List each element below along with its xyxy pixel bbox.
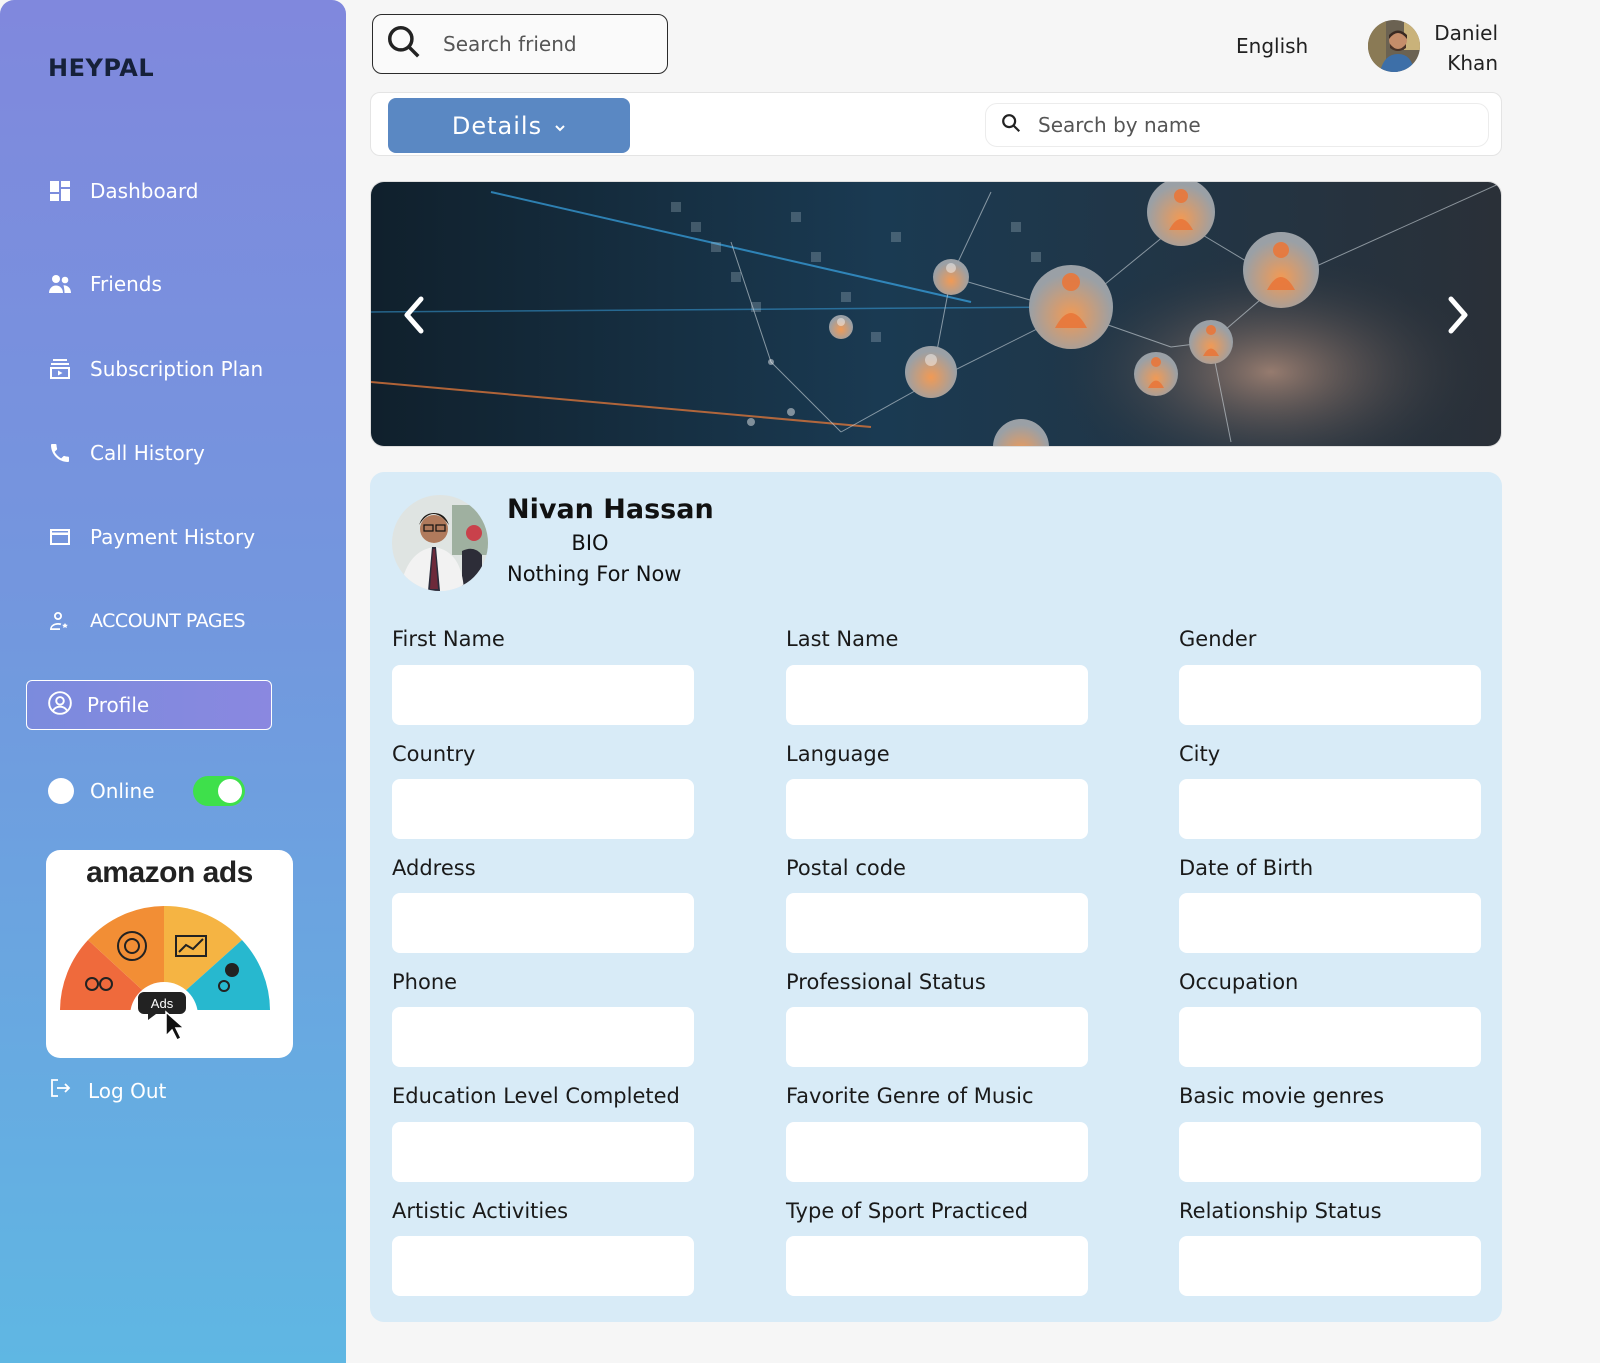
- name-search-box: [985, 103, 1489, 147]
- phone-icon: [46, 439, 74, 467]
- ad-logo: amazon ads: [86, 856, 253, 889]
- gender-field[interactable]: [1179, 665, 1481, 725]
- ad-badge: Ads: [151, 996, 174, 1011]
- country-label: Country: [392, 742, 476, 766]
- address-label: Address: [392, 856, 476, 880]
- credit-card-icon: [46, 523, 74, 551]
- search-icon: [385, 23, 423, 65]
- online-toggle[interactable]: [192, 776, 245, 806]
- logout-label: Log Out: [88, 1078, 167, 1103]
- professional-status-field[interactable]: [786, 1007, 1088, 1067]
- search-friend-input[interactable]: [443, 32, 653, 56]
- education-level-label: Education Level Completed: [392, 1084, 680, 1108]
- sidebar-item-label: Subscription Plan: [90, 357, 264, 381]
- filter-bar: Details: [370, 92, 1502, 156]
- online-status: Online: [48, 776, 245, 806]
- postal-code-label: Postal code: [786, 856, 906, 880]
- online-label: Online: [90, 779, 155, 803]
- friends-icon: [46, 270, 74, 298]
- user-first-name: Daniel: [1434, 21, 1498, 45]
- music-genre-label: Favorite Genre of Music: [786, 1084, 1034, 1108]
- sidebar-item-label: Call History: [90, 441, 205, 465]
- gender-label: Gender: [1179, 627, 1257, 651]
- date-of-birth-label: Date of Birth: [1179, 856, 1314, 880]
- sidebar-item-label: ACCOUNT PAGES: [90, 610, 246, 632]
- sport-type-field[interactable]: [786, 1236, 1088, 1296]
- sidebar-item-profile[interactable]: Profile: [26, 680, 272, 730]
- account-icon: [46, 607, 74, 635]
- sidebar-item-account-pages[interactable]: ACCOUNT PAGES: [46, 603, 246, 639]
- details-dropdown-button[interactable]: Details: [388, 98, 630, 153]
- education-level-field[interactable]: [392, 1122, 694, 1182]
- hero-carousel: [370, 181, 1502, 447]
- professional-status-label: Professional Status: [786, 970, 986, 994]
- last-name-label: Last Name: [786, 627, 899, 651]
- dashboard-icon: [46, 177, 74, 205]
- brand-logo[interactable]: HEYPAL: [48, 54, 154, 82]
- status-dot-icon: [48, 778, 74, 804]
- phone-field[interactable]: [392, 1007, 694, 1067]
- sidebar-item-label: Profile: [87, 693, 150, 717]
- carousel-next-button[interactable]: [1435, 290, 1479, 340]
- bio-text: Nothing For Now: [507, 562, 682, 586]
- relationship-status-field[interactable]: [1179, 1236, 1481, 1296]
- occupation-label: Occupation: [1179, 970, 1299, 994]
- search-friend-box: [372, 14, 668, 74]
- user-circle-icon: [47, 690, 73, 721]
- date-of-birth-field[interactable]: [1179, 893, 1481, 953]
- sidebar-item-payment-history[interactable]: Payment History: [46, 519, 255, 555]
- chevron-right-icon: [1448, 296, 1468, 334]
- address-field[interactable]: [392, 893, 694, 953]
- language-field[interactable]: [786, 779, 1088, 839]
- city-field[interactable]: [1179, 779, 1481, 839]
- sidebar-item-label: Payment History: [90, 525, 256, 549]
- profile-panel: Nivan Hassan BIO Nothing For Now First N…: [370, 472, 1502, 1322]
- user-avatar[interactable]: [1368, 20, 1420, 72]
- network-banner-image: [371, 182, 1501, 446]
- sidebar-item-friends[interactable]: Friends: [46, 266, 162, 302]
- ads-illustration-icon: Ads: [60, 905, 270, 1050]
- subscription-icon: [46, 355, 74, 383]
- artistic-activities-label: Artistic Activities: [392, 1199, 569, 1223]
- phone-label: Phone: [392, 970, 458, 994]
- language-selector[interactable]: English: [1236, 34, 1308, 58]
- details-label: Details: [451, 111, 543, 140]
- language-label: Language: [786, 742, 890, 766]
- movie-genres-field[interactable]: [1179, 1122, 1481, 1182]
- postal-code-field[interactable]: [786, 893, 1088, 953]
- sidebar-item-subscription-plan[interactable]: Subscription Plan: [46, 351, 263, 387]
- sport-type-label: Type of Sport Practiced: [786, 1199, 1029, 1223]
- amazon-ads-banner[interactable]: amazon ads Ads: [46, 850, 293, 1058]
- relationship-status-label: Relationship Status: [1179, 1199, 1382, 1223]
- first-name-label: First Name: [392, 627, 505, 651]
- last-name-field[interactable]: [786, 665, 1088, 725]
- country-field[interactable]: [392, 779, 694, 839]
- chevron-down-icon: [554, 112, 566, 140]
- logout-button[interactable]: Log Out: [48, 1076, 166, 1105]
- chevron-left-icon: [404, 296, 424, 334]
- sidebar-item-call-history[interactable]: Call History: [46, 435, 205, 471]
- artistic-activities-field[interactable]: [392, 1236, 694, 1296]
- search-by-name-input[interactable]: [1038, 113, 1438, 137]
- search-icon: [1000, 112, 1022, 138]
- sidebar-item-label: Dashboard: [90, 179, 199, 203]
- city-label: City: [1179, 742, 1221, 766]
- sidebar-item-dashboard[interactable]: Dashboard: [46, 173, 199, 209]
- music-genre-field[interactable]: [786, 1122, 1088, 1182]
- profile-name: Nivan Hassan: [507, 494, 714, 525]
- carousel-prev-button[interactable]: [393, 290, 437, 340]
- user-name: Daniel Khan: [1420, 18, 1498, 78]
- sidebar: HEYPAL Dashboard Friends Subscription Pl…: [0, 0, 346, 1363]
- movie-genres-label: Basic movie genres: [1179, 1084, 1385, 1108]
- occupation-field[interactable]: [1179, 1007, 1481, 1067]
- user-last-name: Khan: [1447, 51, 1498, 75]
- first-name-field[interactable]: [392, 665, 694, 725]
- logout-icon: [48, 1076, 72, 1105]
- sidebar-item-label: Friends: [90, 272, 162, 296]
- profile-avatar[interactable]: [392, 495, 488, 591]
- bio-label: BIO: [571, 531, 609, 555]
